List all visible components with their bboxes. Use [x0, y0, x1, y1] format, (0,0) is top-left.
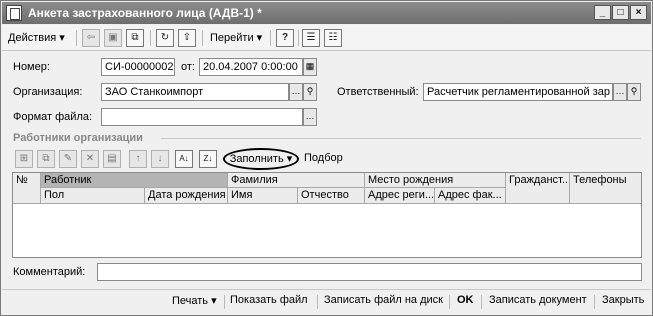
print-menu-label: Печать — [172, 295, 209, 307]
column-header[interactable]: Гражданст... — [506, 173, 570, 204]
close-button[interactable]: Закрыть — [602, 294, 644, 306]
list-settings-icon[interactable]: ☰ — [302, 29, 320, 47]
select-button[interactable]: … — [303, 108, 317, 126]
write-file-button[interactable]: Записать файл на диск — [324, 294, 443, 306]
number-field[interactable]: СИ-00000002 — [101, 58, 175, 76]
copy-icon[interactable]: ⧉ — [126, 29, 144, 47]
move-up-icon[interactable]: ↑ — [129, 150, 147, 168]
command-separator — [449, 295, 450, 309]
edit-row-icon[interactable]: ✎ — [59, 150, 77, 168]
section-divider — [161, 138, 641, 139]
organization-label: Организация: — [13, 86, 83, 98]
sort-ascending-icon[interactable]: A↓ — [175, 150, 193, 168]
delete-row-icon[interactable]: ✕ — [81, 150, 99, 168]
sort-descending-icon[interactable]: Z↓ — [199, 150, 217, 168]
copy-row-icon[interactable]: ⧉ — [37, 150, 55, 168]
help-icon[interactable]: ? — [276, 29, 294, 47]
save-document-button[interactable]: Записать документ — [489, 294, 587, 306]
file-format-label: Формат файла: — [13, 111, 93, 123]
open-icon[interactable]: ⚲ — [627, 83, 641, 101]
toolbar-separator — [298, 30, 299, 46]
move-down-icon[interactable]: ↓ — [151, 150, 169, 168]
organization-field[interactable]: ЗАО Станкоимпорт — [101, 83, 289, 101]
comment-field[interactable] — [97, 263, 642, 281]
calendar-icon[interactable]: ▦ — [303, 58, 317, 76]
column-header[interactable]: Фамилия — [228, 173, 365, 188]
goto-menu[interactable]: Перейти ▾ — [210, 28, 262, 48]
column-header[interactable]: Место рождения — [365, 173, 506, 188]
ok-button[interactable]: OK — [457, 294, 474, 306]
toolbar-separator — [270, 30, 271, 46]
command-separator — [317, 295, 318, 309]
command-separator — [481, 295, 482, 309]
add-row-icon[interactable]: ⊞ — [15, 150, 33, 168]
file-format-field[interactable] — [101, 108, 303, 126]
end-edit-icon[interactable]: ▤ — [103, 150, 121, 168]
fill-button-label: Заполнить — [229, 153, 284, 165]
column-header[interactable]: № — [13, 173, 41, 204]
open-icon[interactable]: ⚲ — [303, 83, 317, 101]
date-label: от: — [181, 61, 195, 73]
number-label: Номер: — [13, 61, 50, 73]
column-header[interactable]: Дата рождения — [145, 188, 228, 204]
column-header[interactable]: Телефоны — [570, 173, 641, 204]
fill-button[interactable]: Заполнить ▾ — [223, 148, 299, 170]
date-field[interactable]: 20.04.2007 0:00:00 — [199, 58, 303, 76]
refresh-icon[interactable]: ↻ — [156, 29, 174, 47]
column-header[interactable]: Пол — [41, 188, 145, 204]
toolbar-separator — [202, 30, 203, 46]
column-header[interactable]: Адрес фак... — [435, 188, 506, 204]
employees-section-title: Работники организации — [13, 132, 143, 144]
title-bar: Анкета застрахованного лица (АДВ-1) * _ … — [2, 2, 651, 24]
command-separator — [224, 295, 225, 309]
responsible-label: Ответственный: — [337, 86, 419, 98]
dropdown-arrow-icon: ▾ — [59, 32, 65, 44]
dropdown-arrow-icon: ▾ — [286, 153, 293, 165]
bottom-command-bar: Печать ▾ Показать файл Записать файл на … — [2, 289, 651, 313]
responsible-field[interactable]: Расчетчик регламентированной зар — [423, 83, 613, 101]
document-window: Анкета застрахованного лица (АДВ-1) * _ … — [0, 0, 653, 316]
column-header[interactable]: Адрес реги... — [365, 188, 435, 204]
toolbar-separator — [150, 30, 151, 46]
structure-icon[interactable]: ☷ — [324, 29, 342, 47]
show-file-button[interactable]: Показать файл — [230, 294, 308, 306]
toolbar: Действия ▾ ⇦ ▣ ⧉ ↻ ⇪ Перейти ▾ ? ☰ ☷ — [2, 25, 651, 51]
toolbar-separator — [76, 30, 77, 46]
comment-label: Комментарий: — [13, 266, 86, 278]
actions-menu[interactable]: Действия ▾ — [8, 28, 65, 48]
window-title: Анкета застрахованного лица (АДВ-1) * — [28, 6, 262, 20]
select-button[interactable]: … — [289, 83, 303, 101]
goto-menu-label: Перейти — [210, 32, 254, 44]
dropdown-arrow-icon: ▾ — [256, 32, 263, 44]
column-header[interactable]: Имя — [228, 188, 298, 204]
employees-table[interactable]: № Работник Фамилия Место рождения Гражда… — [12, 172, 642, 258]
maximize-button[interactable]: □ — [612, 5, 629, 20]
selection-button[interactable]: Подбор — [304, 152, 343, 164]
go-back-icon[interactable]: ⇦ — [82, 29, 100, 47]
document-icon — [6, 5, 22, 21]
column-header[interactable]: Работник — [41, 173, 228, 188]
column-header[interactable]: Отчество — [298, 188, 365, 204]
minimize-button[interactable]: _ — [594, 5, 611, 20]
command-separator — [594, 295, 595, 309]
print-menu[interactable]: Печать ▾ — [172, 294, 217, 307]
select-button[interactable]: … — [613, 83, 627, 101]
based-on-icon[interactable]: ⇪ — [178, 29, 196, 47]
actions-menu-label: Действия — [8, 32, 57, 44]
post-icon[interactable]: ▣ — [104, 29, 122, 47]
dropdown-arrow-icon: ▾ — [211, 295, 217, 307]
close-window-button[interactable]: × — [630, 5, 647, 20]
